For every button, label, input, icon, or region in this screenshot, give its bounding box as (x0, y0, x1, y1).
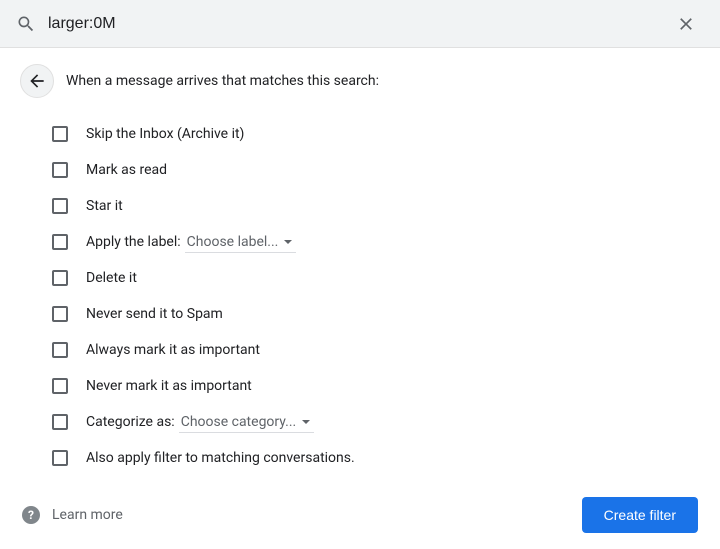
checkbox-categorize-as[interactable] (52, 414, 68, 430)
footer: ? Learn more Create filter (0, 481, 720, 549)
option-apply-label: Apply the label: Choose label... (52, 224, 700, 260)
header-row: When a message arrives that matches this… (20, 64, 700, 98)
label-never-important: Never mark it as important (86, 378, 252, 394)
checkbox-delete-it[interactable] (52, 270, 68, 286)
option-always-important: Always mark it as important (52, 332, 700, 368)
option-skip-inbox: Skip the Inbox (Archive it) (52, 116, 700, 152)
dropdown-category-text: Choose category... (181, 414, 297, 430)
chevron-down-icon (302, 420, 310, 424)
create-filter-button[interactable]: Create filter (582, 497, 698, 533)
search-input[interactable] (36, 15, 668, 33)
option-star-it: Star it (52, 188, 700, 224)
checkbox-skip-inbox[interactable] (52, 126, 68, 142)
checkbox-also-apply[interactable] (52, 450, 68, 466)
label-never-spam: Never send it to Spam (86, 306, 223, 322)
label-always-important: Always mark it as important (86, 342, 260, 358)
label-skip-inbox: Skip the Inbox (Archive it) (86, 126, 244, 142)
checkbox-star-it[interactable] (52, 198, 68, 214)
footer-left: ? Learn more (22, 506, 123, 524)
option-also-apply: Also apply filter to matching conversati… (52, 440, 700, 476)
search-icon (16, 14, 36, 34)
option-mark-read: Mark as read (52, 152, 700, 188)
dropdown-choose-category[interactable]: Choose category... (179, 412, 315, 433)
arrow-left-icon (27, 71, 47, 91)
checkbox-never-spam[interactable] (52, 306, 68, 322)
label-delete-it: Delete it (86, 270, 137, 286)
option-never-important: Never mark it as important (52, 368, 700, 404)
option-categorize-as: Categorize as: Choose category... (52, 404, 700, 440)
clear-search-button[interactable] (668, 6, 704, 42)
option-never-spam: Never send it to Spam (52, 296, 700, 332)
dropdown-choose-label[interactable]: Choose label... (185, 232, 297, 253)
label-star-it: Star it (86, 198, 123, 214)
close-icon (676, 14, 696, 34)
label-mark-read: Mark as read (86, 162, 167, 178)
checkbox-apply-label[interactable] (52, 234, 68, 250)
learn-more-link[interactable]: Learn more (52, 507, 123, 523)
chevron-down-icon (284, 240, 292, 244)
back-button[interactable] (20, 64, 54, 98)
label-categorize-as: Categorize as: (86, 414, 175, 430)
dropdown-label-text: Choose label... (187, 234, 279, 250)
filter-panel: When a message arrives that matches this… (0, 48, 720, 476)
option-delete-it: Delete it (52, 260, 700, 296)
header-title: When a message arrives that matches this… (66, 73, 379, 89)
search-bar (0, 0, 720, 48)
checkbox-always-important[interactable] (52, 342, 68, 358)
help-icon[interactable]: ? (22, 506, 40, 524)
filter-options: Skip the Inbox (Archive it) Mark as read… (20, 116, 700, 476)
checkbox-mark-read[interactable] (52, 162, 68, 178)
label-apply-label: Apply the label: (86, 234, 181, 250)
label-also-apply: Also apply filter to matching conversati… (86, 450, 355, 466)
checkbox-never-important[interactable] (52, 378, 68, 394)
